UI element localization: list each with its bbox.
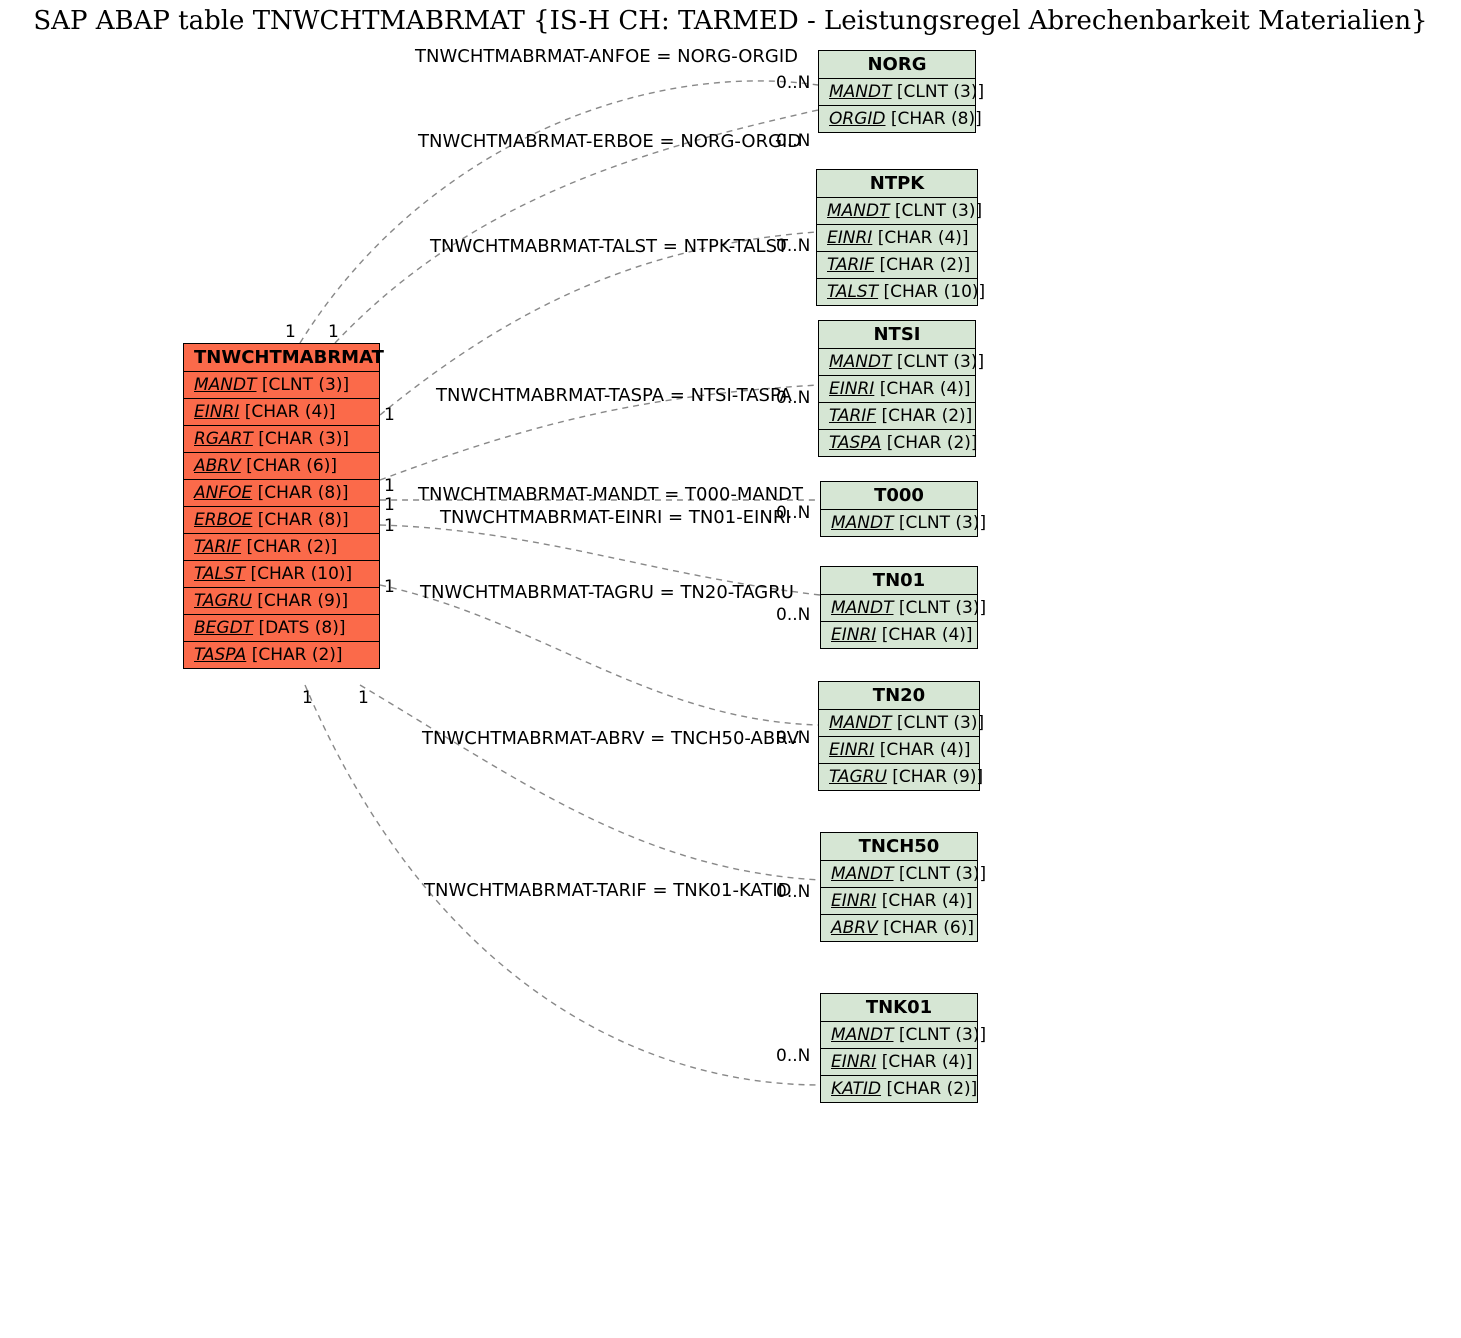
cardinality-many: 0..N: [776, 388, 810, 408]
entity-ntsi: NTSI MANDT [CLNT (3)] EINRI [CHAR (4)] T…: [818, 320, 976, 457]
entity-tn20: TN20 MANDT [CLNT (3)] EINRI [CHAR (4)] T…: [818, 681, 980, 791]
field-row: TASPA [CHAR (2)]: [184, 642, 379, 668]
entity-tnk01: TNK01 MANDT [CLNT (3)] EINRI [CHAR (4)] …: [820, 993, 978, 1103]
field-row: EINRI [CHAR (4)]: [819, 376, 975, 403]
field-row: BEGDT [DATS (8)]: [184, 615, 379, 642]
field-row: ORGID [CHAR (8)]: [819, 106, 975, 132]
field-row: KATID [CHAR (2)]: [821, 1076, 977, 1102]
field-row: TAGRU [CHAR (9)]: [819, 764, 979, 790]
field-row: RGART [CHAR (3)]: [184, 426, 379, 453]
entity-header: TNCH50: [821, 833, 977, 861]
field-row: TASPA [CHAR (2)]: [819, 430, 975, 456]
field-row: MANDT [CLNT (3)]: [819, 349, 975, 376]
cardinality-one: 1: [384, 516, 395, 536]
field-row: MANDT [CLNT (3)]: [184, 372, 379, 399]
field-row: TALST [CHAR (10)]: [817, 279, 977, 305]
entity-norg: NORG MANDT [CLNT (3)] ORGID [CHAR (8)]: [818, 50, 976, 133]
cardinality-one: 1: [384, 577, 395, 597]
entity-header: T000: [821, 482, 977, 510]
field-row: TARIF [CHAR (2)]: [184, 534, 379, 561]
field-row: TAGRU [CHAR (9)]: [184, 588, 379, 615]
relation-label: TNWCHTMABRMAT-MANDT = T000-MANDT: [418, 484, 803, 505]
cardinality-many: 0..N: [776, 236, 810, 256]
cardinality-many: 0..N: [776, 605, 810, 625]
field-row: EINRI [CHAR (4)]: [821, 888, 977, 915]
cardinality-many: 0..N: [776, 882, 810, 902]
relation-label: TNWCHTMABRMAT-TALST = NTPK-TALST: [430, 236, 788, 257]
cardinality-one: 1: [384, 405, 395, 425]
field-row: EINRI [CHAR (4)]: [821, 1049, 977, 1076]
entity-header: NORG: [819, 51, 975, 79]
field-row: ANFOE [CHAR (8)]: [184, 480, 379, 507]
entity-header: NTPK: [817, 170, 977, 198]
cardinality-one: 1: [384, 476, 395, 496]
cardinality-many: 0..N: [776, 1046, 810, 1066]
field-row: MANDT [CLNT (3)]: [821, 1022, 977, 1049]
field-row: MANDT [CLNT (3)]: [821, 595, 977, 622]
relation-label: TNWCHTMABRMAT-TARIF = TNK01-KATID: [424, 880, 792, 901]
entity-t000: T000 MANDT [CLNT (3)]: [820, 481, 978, 537]
cardinality-one: 1: [328, 322, 339, 342]
cardinality-one: 1: [358, 688, 369, 708]
field-row: ABRV [CHAR (6)]: [821, 915, 977, 941]
entity-ntpk: NTPK MANDT [CLNT (3)] EINRI [CHAR (4)] T…: [816, 169, 978, 306]
field-row: MANDT [CLNT (3)]: [821, 861, 977, 888]
cardinality-many: 0..N: [776, 503, 810, 523]
cardinality-many: 0..N: [776, 131, 810, 151]
field-row: MANDT [CLNT (3)]: [819, 79, 975, 106]
entity-header: TNWCHTMABRMAT: [184, 344, 379, 372]
relation-label: TNWCHTMABRMAT-ERBOE = NORG-ORGID: [418, 131, 801, 152]
field-row: EINRI [CHAR (4)]: [184, 399, 379, 426]
relation-label: TNWCHTMABRMAT-TAGRU = TN20-TAGRU: [420, 582, 794, 603]
field-row: MANDT [CLNT (3)]: [821, 510, 977, 536]
page-title: SAP ABAP table TNWCHTMABRMAT {IS-H CH: T…: [0, 6, 1461, 36]
relation-label: TNWCHTMABRMAT-TASPA = NTSI-TASPA: [436, 385, 792, 406]
cardinality-one: 1: [384, 495, 395, 515]
connectors-layer: [0, 0, 1461, 1338]
cardinality-one: 1: [302, 688, 313, 708]
field-row: EINRI [CHAR (4)]: [817, 225, 977, 252]
field-row: MANDT [CLNT (3)]: [819, 710, 979, 737]
entity-header: TN01: [821, 567, 977, 595]
entity-tnch50: TNCH50 MANDT [CLNT (3)] EINRI [CHAR (4)]…: [820, 832, 978, 942]
entity-header: TN20: [819, 682, 979, 710]
cardinality-one: 1: [285, 322, 296, 342]
entity-tnwchtmabrmat: TNWCHTMABRMAT MANDT [CLNT (3)] EINRI [CH…: [183, 343, 380, 669]
field-row: TARIF [CHAR (2)]: [817, 252, 977, 279]
entity-header: TNK01: [821, 994, 977, 1022]
cardinality-many: 0..N: [776, 728, 810, 748]
entity-header: NTSI: [819, 321, 975, 349]
relation-label: TNWCHTMABRMAT-EINRI = TN01-EINRI: [440, 507, 791, 528]
cardinality-many: 0..N: [776, 73, 810, 93]
field-row: ABRV [CHAR (6)]: [184, 453, 379, 480]
field-row: ERBOE [CHAR (8)]: [184, 507, 379, 534]
field-row: EINRI [CHAR (4)]: [821, 622, 977, 648]
relation-label: TNWCHTMABRMAT-ABRV = TNCH50-ABRV: [422, 728, 799, 749]
field-row: TALST [CHAR (10)]: [184, 561, 379, 588]
relation-label: TNWCHTMABRMAT-ANFOE = NORG-ORGID: [415, 46, 798, 67]
field-row: EINRI [CHAR (4)]: [819, 737, 979, 764]
entity-tn01: TN01 MANDT [CLNT (3)] EINRI [CHAR (4)]: [820, 566, 978, 649]
field-row: TARIF [CHAR (2)]: [819, 403, 975, 430]
field-row: MANDT [CLNT (3)]: [817, 198, 977, 225]
